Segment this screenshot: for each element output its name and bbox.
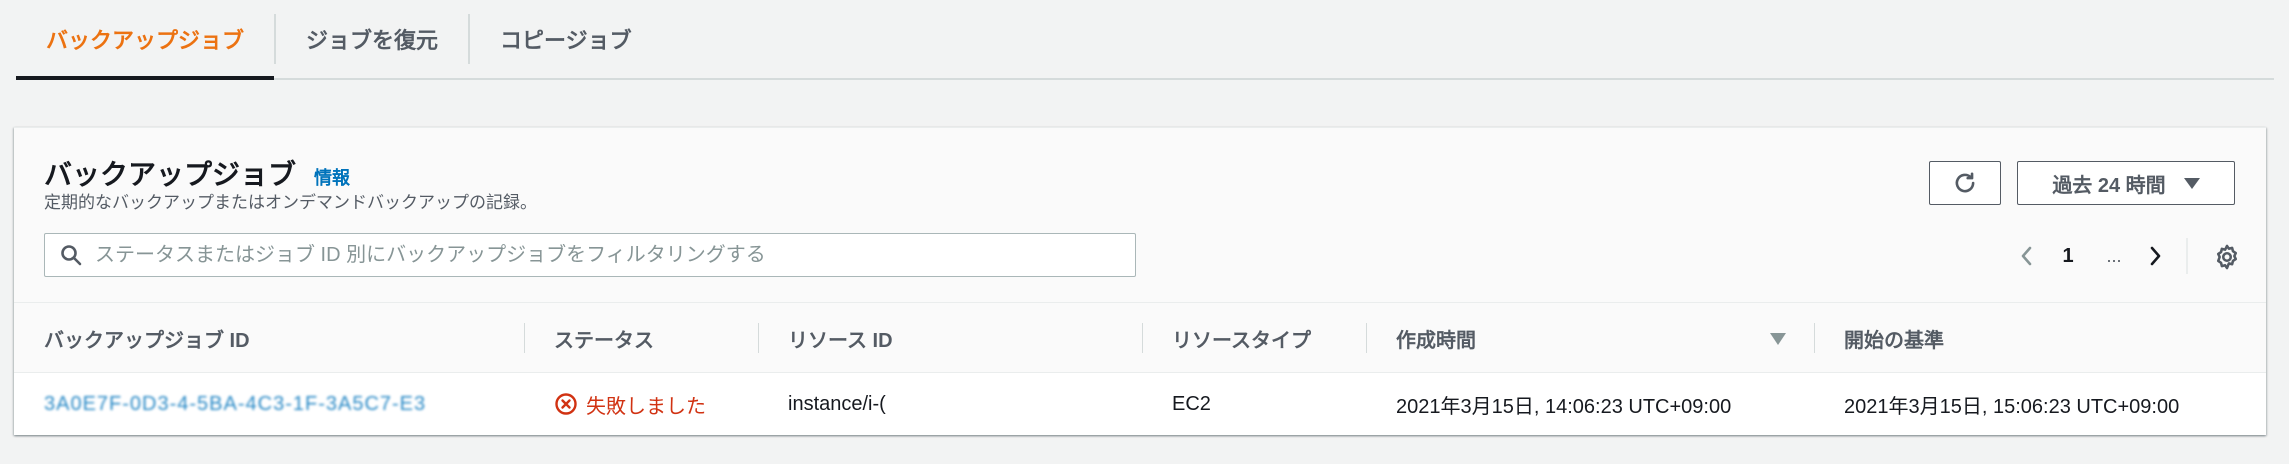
- column-header-status[interactable]: ステータス: [554, 303, 654, 373]
- column-header-job-id[interactable]: バックアップジョブ ID: [44, 303, 250, 373]
- next-page-button[interactable]: [2137, 238, 2173, 274]
- panel-header: バックアップジョブ 情報: [44, 153, 350, 193]
- refresh-icon: [1955, 172, 1975, 193]
- tab-bar: バックアップジョブ ジョブを復元 コピージョブ: [16, 0, 2274, 80]
- tab-copy-jobs[interactable]: コピージョブ: [470, 0, 662, 78]
- pagination: 1 ...: [2009, 238, 2173, 274]
- chevron-left-icon: [2021, 246, 2032, 266]
- created-cell: 2021年3月15日, 14:06:23 UTC+09:00: [1396, 395, 1732, 418]
- tab-label: ジョブを復元: [306, 28, 439, 53]
- tab-label: バックアップジョブ: [46, 28, 245, 53]
- panel-description: 定期的なバックアップまたはオンデマンドバックアップの記録。: [44, 193, 537, 212]
- job-id-link[interactable]: 3A0E7F-0D3-4-5BA-4C3-1F-3A5C7-E3: [44, 393, 426, 416]
- resource-type-cell: EC2: [1172, 392, 1211, 415]
- time-range-dropdown[interactable]: 過去 24 時間: [2017, 161, 2235, 205]
- column-divider: [1814, 323, 1815, 353]
- tab-label: コピージョブ: [500, 28, 632, 53]
- column-header-resource-type[interactable]: リソースタイプ: [1172, 303, 1311, 373]
- sort-descending-icon[interactable]: [1770, 333, 1786, 345]
- table-header: バックアップジョブ ID ステータス リソース ID リソースタイプ 作成時間 …: [14, 303, 2266, 373]
- status-badge: 失敗しました: [554, 390, 706, 419]
- pagination-ellipsis: ...: [2106, 245, 2122, 266]
- backup-jobs-panel: バックアップジョブ 情報 定期的なバックアップまたはオンデマンドバックアップの記…: [14, 127, 2266, 435]
- time-range-label: 過去 24 時間: [2052, 174, 2166, 197]
- search-input[interactable]: [95, 243, 1095, 267]
- info-link[interactable]: 情報: [314, 164, 350, 190]
- search-box[interactable]: [44, 233, 1136, 277]
- column-divider: [1142, 323, 1143, 353]
- column-header-resource-id[interactable]: リソース ID: [788, 303, 893, 373]
- panel-title: バックアップジョブ: [44, 159, 297, 190]
- status-error-icon: [555, 393, 577, 415]
- tab-restore-jobs[interactable]: ジョブを復元: [276, 0, 468, 78]
- previous-page-button[interactable]: [2009, 238, 2045, 274]
- gear-icon: [2216, 244, 2238, 270]
- start-by-cell: 2021年3月15日, 15:06:23 UTC+09:00: [1844, 395, 2180, 418]
- job-id-cell: 3A0E7F-0D3-4-5BA-4C3-1F-3A5C7-E3: [44, 373, 426, 435]
- page-number-button[interactable]: 1: [2045, 245, 2091, 268]
- column-divider: [524, 323, 525, 353]
- table-row: 3A0E7F-0D3-4-5BA-4C3-1F-3A5C7-E3 失敗しました …: [14, 373, 2266, 435]
- column-header-start-by[interactable]: 開始の基準: [1844, 303, 1944, 373]
- backup-jobs-table: バックアップジョブ ID ステータス リソース ID リソースタイプ 作成時間 …: [14, 302, 2266, 435]
- tab-backup-jobs[interactable]: バックアップジョブ: [16, 0, 275, 80]
- table-settings-button[interactable]: [2210, 240, 2244, 274]
- column-divider: [1366, 323, 1367, 353]
- column-header-created[interactable]: 作成時間: [1396, 303, 1476, 373]
- status-cell: 失敗しました: [554, 373, 706, 435]
- status-text: 失敗しました: [586, 395, 706, 418]
- chevron-right-icon: [2150, 246, 2161, 266]
- pagination-divider: [2186, 238, 2188, 274]
- column-divider: [758, 323, 759, 353]
- caret-down-icon: [2183, 177, 2200, 189]
- resource-id-cell: instance/i-(: [788, 392, 886, 415]
- search-icon: [61, 245, 82, 266]
- refresh-button[interactable]: [1929, 161, 2001, 205]
